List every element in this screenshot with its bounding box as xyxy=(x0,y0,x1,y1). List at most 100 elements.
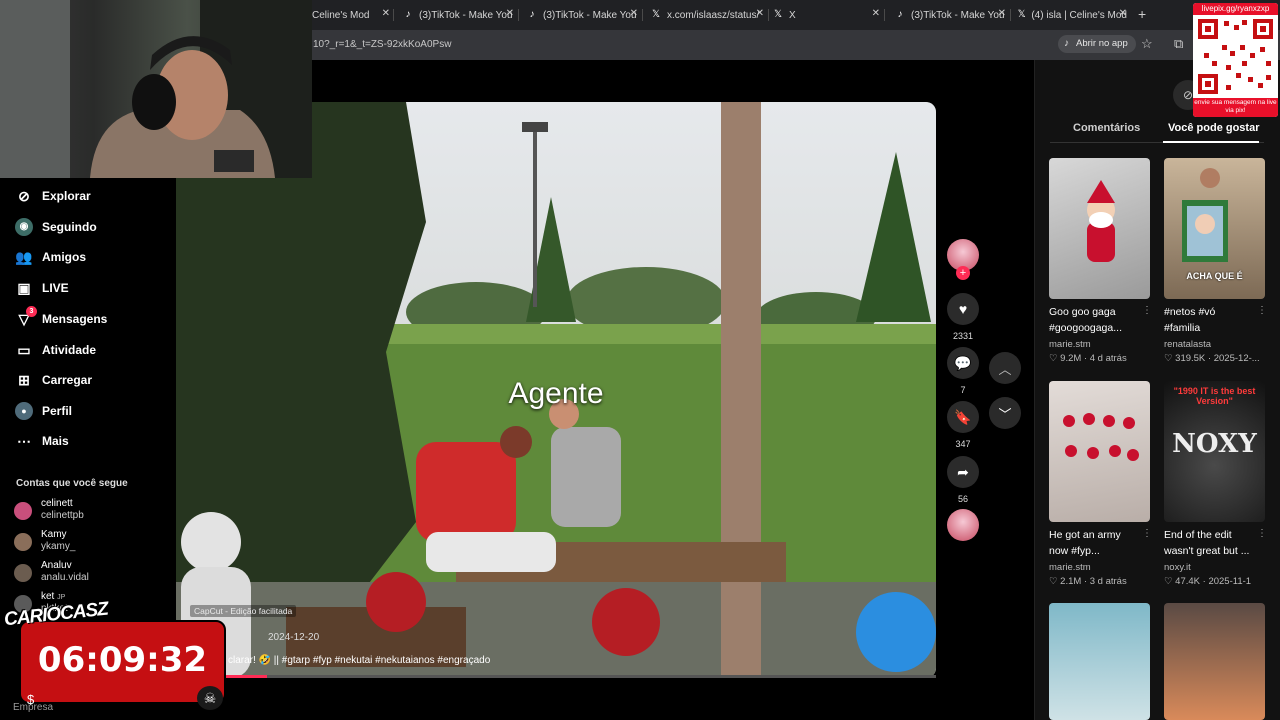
browser-tab[interactable]: Celine's Mod ✕ xyxy=(312,4,390,26)
heart-icon: ♡ xyxy=(1049,576,1061,587)
friends-icon: 👥 xyxy=(15,249,33,265)
card-title: End of the edit xyxy=(1164,529,1232,541)
close-tab-icon[interactable]: ✕ xyxy=(998,8,1006,19)
sidebar-item-carregar[interactable]: ⊞ Carregar xyxy=(15,369,92,391)
recommended-video-card[interactable]: ACHA QUE É #netos #vó #familia ⋮ renatal… xyxy=(1164,158,1267,388)
video-progress-bar[interactable] xyxy=(176,675,936,678)
qr-url-text: livepix.gg/ryanxzxp xyxy=(1193,3,1278,15)
card-title-line2: now #fyp... xyxy=(1049,545,1100,557)
card-age: 2025-12-... xyxy=(1213,353,1260,364)
video-player[interactable]: Agente xyxy=(176,102,936,678)
account-name: celinett xyxy=(41,498,73,509)
sidebar-item-label: Atividade xyxy=(42,343,97,357)
tab-you-may-like[interactable]: Você pode gostar xyxy=(1168,122,1259,134)
chevron-down-icon: ﹀ xyxy=(998,406,1012,422)
browser-tab-active[interactable]: 𝕏 (4) isla | Celine's Mod ✕ xyxy=(1017,4,1127,26)
close-tab-icon[interactable]: ✕ xyxy=(506,8,514,19)
tab-title: (3)TikTok - Make You xyxy=(911,9,1005,21)
browser-tab[interactable]: ♪ (3)TikTok - Make You ✕ xyxy=(526,4,639,26)
sidebar-item-amigos[interactable]: 👥 Amigos xyxy=(15,246,86,268)
tiktok-icon: ♪ xyxy=(1064,38,1069,49)
tab-comments[interactable]: Comentários xyxy=(1073,122,1140,134)
close-tab-icon[interactable]: ✕ xyxy=(872,8,880,19)
sidebar-item-explorar[interactable]: ⊘ Explorar xyxy=(15,185,91,207)
browser-tab[interactable]: 𝕏 X ✕ xyxy=(772,4,880,26)
account-handle: celinettpb xyxy=(41,510,84,521)
card-age: 3 d atrás xyxy=(1089,576,1127,587)
extensions-icon[interactable]: ⧉ xyxy=(1174,36,1183,52)
heart-icon: ♡ xyxy=(1164,576,1176,587)
thumbnail-caption: ACHA QUE É xyxy=(1186,271,1243,281)
profile-icon: ● xyxy=(15,402,33,420)
like-button[interactable]: ♥ xyxy=(947,293,979,325)
video-date: 2024-12-20 xyxy=(268,632,320,643)
sidebar-item-live[interactable]: ▣ LIVE xyxy=(15,277,68,299)
card-author: marie.stm xyxy=(1049,562,1091,573)
activity-icon: ▭ xyxy=(17,342,31,358)
browser-tab[interactable]: ♪ (3)TikTok - Make You ✕ xyxy=(894,4,1007,26)
recommended-video-card[interactable]: Goo goo gaga #googoogaga... ⋮ marie.stm … xyxy=(1049,158,1152,388)
open-in-app-label: Abrir no app xyxy=(1076,38,1128,49)
sidebar-item-atividade[interactable]: ▭ Atividade xyxy=(15,339,96,361)
sidebar-item-mais[interactable]: ⋯ Mais xyxy=(15,430,69,452)
messages-icon: ▽ 3 xyxy=(15,306,37,328)
share-count: 56 xyxy=(957,494,968,504)
bookmark-star-icon[interactable]: ☆ xyxy=(1141,36,1153,52)
card-age: 2025-11-1 xyxy=(1208,576,1252,587)
sidebar-item-seguindo[interactable]: ◉ Seguindo xyxy=(15,216,97,238)
recommended-video-card[interactable] xyxy=(1164,603,1265,720)
card-more-icon[interactable]: ⋮ xyxy=(1257,305,1267,316)
close-tab-icon[interactable]: ✕ xyxy=(756,8,764,19)
comment-button[interactable]: 💬 xyxy=(947,347,979,379)
browser-tab[interactable]: ♪ (3)TikTok - Make You ✕ xyxy=(402,4,515,26)
capcut-watermark: CapCut - Edição facilitada xyxy=(190,605,297,617)
dollar-icon: $ xyxy=(27,692,35,707)
tab-title: (4) isla | Celine's Mod xyxy=(1031,9,1127,21)
browser-tab[interactable]: 𝕏 x.com/islaasz/status/ ✕ xyxy=(650,4,764,26)
sidebar-item-perfil[interactable]: ● Perfil xyxy=(15,400,72,422)
save-button[interactable]: 🔖 xyxy=(947,401,979,433)
close-tab-icon[interactable]: ✕ xyxy=(1119,8,1127,19)
avatar xyxy=(14,502,32,520)
chevron-up-icon: ︿ xyxy=(998,361,1012,377)
card-stats: ♡ 2.1M · 3 d atrás xyxy=(1049,576,1127,587)
new-tab-button[interactable]: + xyxy=(1138,6,1146,22)
card-more-icon[interactable]: ⋮ xyxy=(1142,305,1152,316)
tab-title: x.com/islaasz/status/ xyxy=(667,9,760,21)
card-more-icon[interactable]: ⋮ xyxy=(1257,528,1267,539)
account-name: Kamy xyxy=(41,529,67,540)
share-button[interactable]: ➦ xyxy=(947,456,979,488)
santa-army-thumb xyxy=(1063,413,1139,461)
x-icon: 𝕏 xyxy=(651,9,661,20)
previous-video-button[interactable]: ︿ xyxy=(989,352,1021,384)
card-more-icon[interactable]: ⋮ xyxy=(1142,528,1152,539)
tab-title: (3)TikTok - Make You xyxy=(419,9,513,21)
video-thumbnail xyxy=(1049,603,1150,720)
webcam-frame xyxy=(0,0,312,178)
next-video-button[interactable]: ﹀ xyxy=(989,397,1021,429)
sidebar-item-mensagens[interactable]: ▽ 3 Mensagens xyxy=(15,306,107,330)
recommended-video-card[interactable]: "1990 IT is the best Version" NOXY End o… xyxy=(1164,381,1267,611)
close-tab-icon[interactable]: ✕ xyxy=(382,8,390,19)
heart-icon: ♥ xyxy=(958,301,968,317)
recommended-video-card[interactable] xyxy=(1049,603,1150,720)
card-title-line2: #googoogaga... xyxy=(1049,322,1122,334)
recommended-video-card[interactable]: He got an army now #fyp... ⋮ marie.stm ♡… xyxy=(1049,381,1152,611)
account-name: ket JP xyxy=(41,591,65,602)
music-disc-avatar[interactable] xyxy=(947,509,979,541)
active-tab-indicator xyxy=(1163,141,1259,143)
tab-title: (3)TikTok - Make You xyxy=(543,9,637,21)
close-tab-icon[interactable]: ✕ xyxy=(630,8,638,19)
video-thumbnail xyxy=(1049,381,1150,522)
account-name-text: ket xyxy=(41,591,55,602)
follow-plus-icon[interactable]: + xyxy=(956,266,970,280)
sidebar-item-label: Carregar xyxy=(42,373,93,387)
open-in-app-button[interactable]: ♪ Abrir no app xyxy=(1058,35,1136,53)
tab-title: Celine's Mod xyxy=(312,9,370,21)
tab-title: X xyxy=(789,9,796,21)
card-title: Goo goo gaga xyxy=(1049,306,1116,318)
url-text[interactable]: 10?_r=1&_t=ZS-92xkKoA0Psw xyxy=(313,39,451,50)
video-thumbnail xyxy=(1049,158,1150,299)
card-title: #netos #vó xyxy=(1164,306,1216,318)
tiktok-icon: ♪ xyxy=(897,9,903,20)
